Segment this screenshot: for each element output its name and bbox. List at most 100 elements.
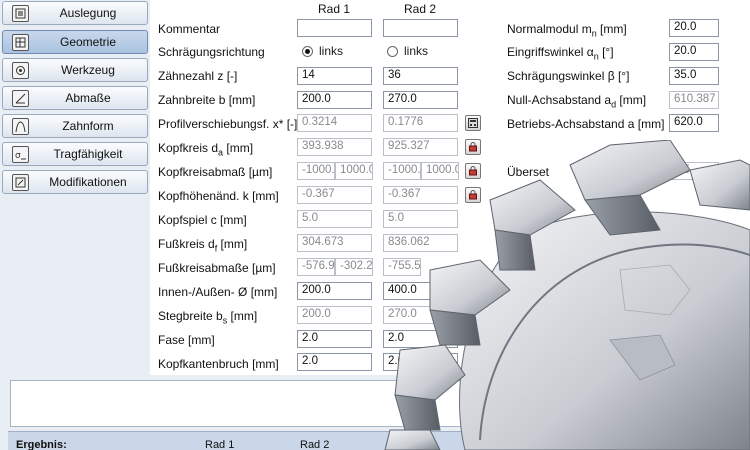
results-title: Ergebnis: [16, 439, 67, 450]
tip-tol-lower-gear2[interactable]: -1000. [383, 162, 421, 180]
lock-button-tip-tol[interactable] [465, 163, 481, 179]
tip-change-gear1[interactable]: -0.367 [297, 186, 372, 204]
label-null-achsabstand: Null-Achsabstand ad [mm] [507, 93, 647, 110]
teeth-input-gear1[interactable]: 14 [297, 67, 372, 85]
nav-zahnform[interactable]: Zahnform [2, 114, 148, 138]
label-kopfkreis: Kopfkreis da [mm] [158, 141, 254, 158]
svg-text:σ: σ [15, 151, 21, 161]
clearance-gear2[interactable]: 5.0 [383, 210, 458, 228]
nav-auslegung[interactable]: Auslegung [2, 1, 148, 25]
label-kommentar: Kommentar [158, 22, 221, 36]
gear-ratio[interactable]: 2.5 [669, 162, 719, 180]
facewidth-input-gear1[interactable]: 200.0 [297, 91, 372, 109]
label-schraegungsrichtung: Schrägungsrichtung [158, 45, 265, 59]
label-fusskreis: Fußkreis df [mm] [158, 237, 248, 254]
nav-label: Zahnform [62, 119, 114, 133]
design-icon [12, 5, 29, 22]
root-diameter-gear1[interactable]: 304.673 [297, 234, 372, 252]
radio-label: links [404, 44, 429, 58]
message-area[interactable] [10, 380, 746, 427]
tolerance-icon [12, 90, 29, 107]
helix-radio-gear1[interactable]: links [302, 44, 343, 58]
teeth-input-gear2[interactable]: 36 [383, 67, 458, 85]
radio-label: links [319, 44, 344, 58]
root-tol-lower-gear1[interactable]: -576.9 [297, 258, 335, 276]
section-nav: Auslegung Geometrie Werkzeug Abmaße Zahn… [0, 0, 150, 200]
web-width-gear2[interactable]: 270.0 [383, 306, 458, 324]
results-extra2: Blitz [578, 439, 599, 450]
pressure-angle-input[interactable]: 20.0 [669, 43, 719, 61]
nav-label: Werkzeug [61, 63, 115, 77]
profile-shift-gear2[interactable]: 0.1776 [383, 114, 458, 132]
tip-tol-lower-gear1[interactable]: -1000. [297, 162, 335, 180]
radio-dot [387, 45, 398, 57]
facewidth-input-gear2[interactable]: 270.0 [383, 91, 458, 109]
web-width-gear1[interactable]: 200.0 [297, 306, 372, 324]
modifications-icon [12, 174, 29, 191]
profile-shift-gear1[interactable]: 0.3214 [297, 114, 372, 132]
lock-icon [469, 142, 477, 152]
root-tol-lower-gear2[interactable]: -755.5 [383, 258, 421, 276]
radio-dot [302, 45, 313, 57]
clearance-gear1[interactable]: 5.0 [297, 210, 372, 228]
tip-edge-gear2[interactable]: 2.0 [383, 353, 458, 371]
results-bar: Ergebnis: Rad 1 Rad 2 Teilkr. Blitz [8, 431, 750, 450]
nav-werkzeug[interactable]: Werkzeug [2, 58, 148, 82]
helix-radio-gear2[interactable]: links [387, 44, 428, 58]
tip-change-gear2[interactable]: -0.367 [383, 186, 458, 204]
bore-diameter-gear2[interactable]: 400.0 [383, 282, 458, 300]
results-col-gear1: Rad 1 [205, 439, 235, 450]
label-betriebs-achsabstand: Betriebs-Achsabstand a [mm] [507, 117, 665, 131]
geometry-icon [12, 34, 29, 51]
label-normalmodul: Normalmodul mn [mm] [507, 22, 627, 39]
root-diameter-gear2[interactable]: 836.062 [383, 234, 458, 252]
label-kopfspiel: Kopfspiel c [mm] [158, 213, 247, 227]
tooth-form-icon [12, 118, 29, 135]
label-eingriffswinkel: Eingriffswinkel αn [°] [507, 45, 614, 62]
nav-geometrie[interactable]: Geometrie [2, 30, 148, 54]
nav-abmasse[interactable]: Abmaße [2, 86, 148, 110]
column-header-gear1: Rad 1 [317, 2, 351, 16]
center-distance-input[interactable]: 620.0 [669, 114, 719, 132]
nav-label: Tragfähigkeit [53, 147, 123, 161]
kommentar-input-gear1[interactable] [297, 19, 372, 37]
calculator-button[interactable] [465, 115, 481, 131]
helix-angle-input[interactable]: 35.0 [669, 67, 719, 85]
label-zaehnezahl: Zähnezahl z [-] [158, 69, 238, 83]
chamfer-gear2[interactable]: 2.0 [383, 330, 458, 348]
nav-label: Geometrie [59, 35, 117, 49]
tip-edge-gear1[interactable]: 2.0 [297, 353, 372, 371]
load-capacity-icon: σ [12, 146, 29, 163]
calculator-icon [468, 118, 478, 128]
results-extra1: Teilkr. [528, 439, 557, 450]
column-header-gear2: Rad 2 [403, 2, 437, 16]
reference-center-distance[interactable]: 610.387 [669, 91, 719, 109]
results-col-gear2: Rad 2 [300, 439, 330, 450]
chamfer-gear1[interactable]: 2.0 [297, 330, 372, 348]
lock-icon [469, 190, 477, 200]
nav-label: Modifikationen [49, 175, 127, 189]
root-tol-upper-gear1[interactable]: -302.2 [335, 258, 373, 276]
normal-module-input[interactable]: 20.0 [669, 19, 719, 37]
label-fase: Fase [mm] [158, 333, 215, 347]
label-kopfhoehenaend: Kopfhöhenänd. k [mm] [158, 189, 279, 203]
nav-label: Abmaße [65, 91, 111, 105]
nav-label: Auslegung [59, 6, 117, 20]
tip-diameter-gear1[interactable]: 393.938 [297, 138, 372, 156]
lock-icon [469, 166, 477, 176]
label-zahnbreite: Zahnbreite b [mm] [158, 93, 256, 107]
lock-button-tip[interactable] [465, 139, 481, 155]
tip-diameter-gear2[interactable]: 925.327 [383, 138, 458, 156]
tip-tol-upper-gear2[interactable]: 1000.0 [421, 162, 459, 180]
label-fusskreisabmasse: Fußkreisabmaße [µm] [158, 261, 276, 275]
bore-diameter-gear1[interactable]: 200.0 [297, 282, 372, 300]
nav-modifikationen[interactable]: Modifikationen [2, 170, 148, 194]
label-kopfkreisabmass: Kopfkreisabmaß [µm] [158, 165, 273, 179]
label-schraegungswinkel: Schrägungswinkel β [°] [507, 69, 630, 83]
kommentar-input-gear2[interactable] [383, 19, 458, 37]
tip-tol-upper-gear1[interactable]: 1000.0 [335, 162, 373, 180]
lock-button-tip-change[interactable] [465, 187, 481, 203]
label-uebersetzung: Überset [507, 165, 550, 179]
label-innen-aussen: Innen-/Außen- Ø [mm] [158, 285, 278, 299]
nav-tragfaehigkeit[interactable]: σ Tragfähigkeit [2, 142, 148, 166]
